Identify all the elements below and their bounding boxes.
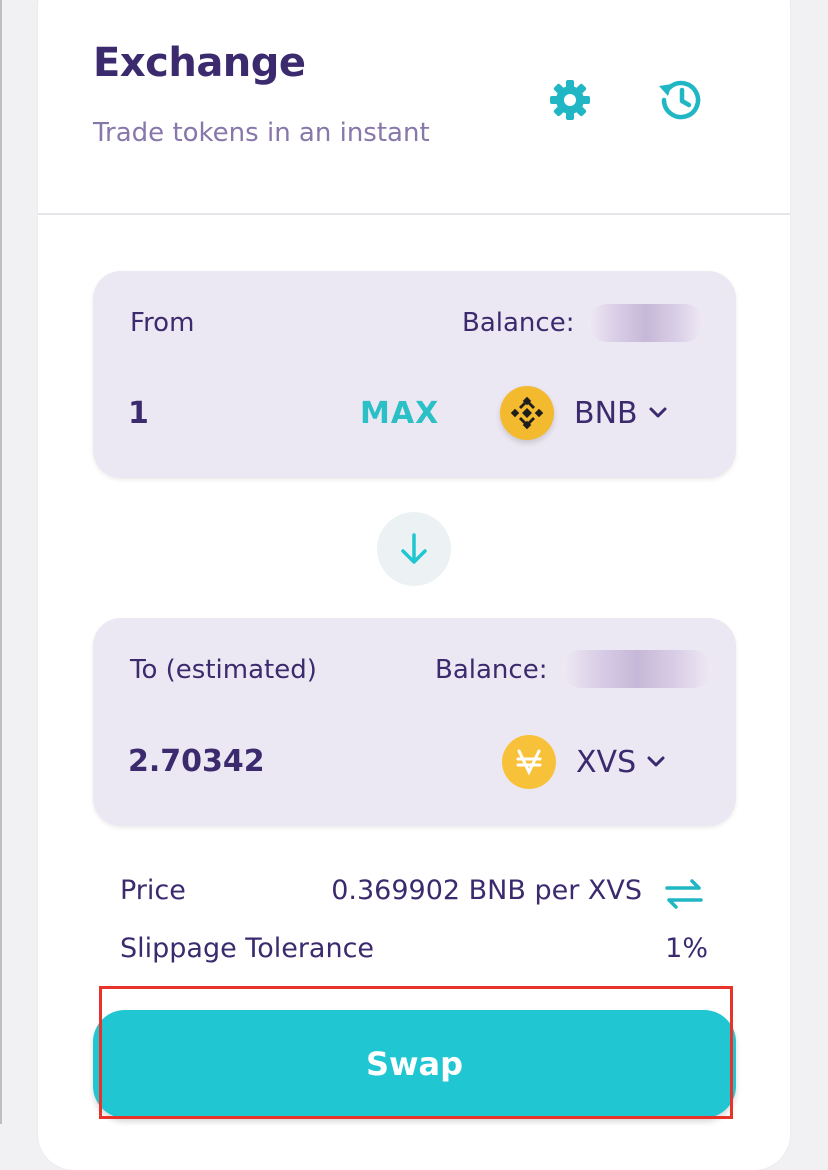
to-amount-input[interactable]: 2.70342 — [128, 744, 265, 779]
from-balance-value — [588, 304, 704, 342]
swap-arrows-icon — [665, 879, 703, 909]
chevron-down-icon — [649, 407, 667, 418]
xvs-logo-icon — [502, 735, 556, 789]
from-token-name: BNB — [574, 395, 638, 431]
from-amount-input[interactable]: 1 — [128, 396, 149, 431]
invert-price-button[interactable] — [662, 876, 706, 912]
price-label: Price — [120, 875, 186, 906]
from-token-selector[interactable]: BNB — [500, 386, 670, 440]
header-divider — [38, 213, 790, 215]
to-balance-label: Balance: — [435, 655, 548, 685]
to-token-name: XVS — [576, 744, 637, 780]
history-button[interactable] — [654, 74, 706, 126]
chevron-down-icon — [647, 756, 665, 767]
to-label: To (estimated) — [130, 655, 317, 685]
max-button[interactable]: MAX — [360, 396, 439, 431]
highlight-annotation — [99, 986, 733, 1119]
page-subtitle: Trade tokens in an instant — [93, 118, 430, 148]
switch-direction-button[interactable] — [377, 512, 451, 586]
from-label: From — [130, 308, 195, 338]
slippage-label: Slippage Tolerance — [120, 933, 375, 964]
page-title: Exchange — [93, 40, 306, 86]
price-value: 0.369902 BNB per XVS — [331, 875, 642, 906]
to-balance-value — [562, 650, 712, 688]
from-panel — [93, 271, 736, 478]
to-token-selector[interactable]: XVS — [502, 735, 668, 789]
slippage-value: 1% — [665, 933, 708, 964]
bnb-logo-icon — [500, 386, 554, 440]
gear-icon — [550, 80, 590, 120]
history-icon — [659, 80, 701, 120]
window-edge — [0, 0, 2, 1124]
from-balance-label: Balance: — [462, 308, 575, 338]
arrow-down-icon — [401, 533, 427, 564]
settings-button[interactable] — [544, 74, 596, 126]
